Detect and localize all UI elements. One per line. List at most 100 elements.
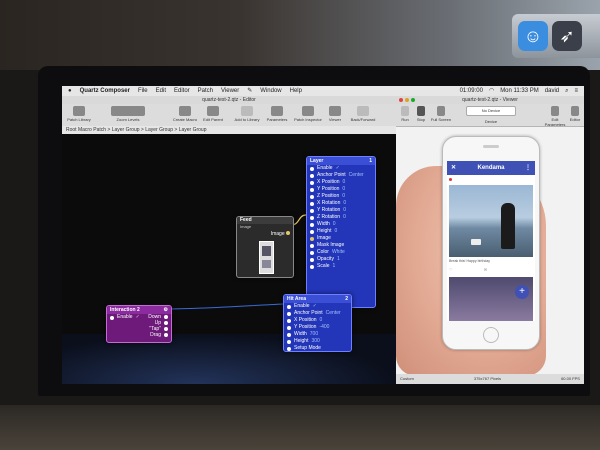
editor-button[interactable]: Editor <box>568 106 582 122</box>
script-menu-icon[interactable]: ✎ <box>247 86 252 96</box>
output-drag[interactable]: Drag <box>148 332 168 338</box>
viewer-title: quartz-test-2.qtz - Viewer <box>396 96 584 104</box>
thumbnail-photo <box>262 260 271 268</box>
patch-canvas[interactable]: Layer 1 Enable ✓ Anchor Point Center X Posi… <box>62 134 396 384</box>
port-scale[interactable]: Scale 1 <box>307 263 375 270</box>
menu-bar: ● Quartz Composer File Edit Editor Patch… <box>62 86 584 96</box>
close-icon[interactable]: ✕ <box>451 161 456 175</box>
layer-patch[interactable]: Layer 1 Enable ✓ Anchor Point Center X Posi… <box>306 156 376 308</box>
search-icon[interactable]: ⌕ <box>565 86 568 96</box>
device-select[interactable]: No Device Device <box>466 106 516 124</box>
patch-library-button[interactable]: Patch Library <box>66 106 92 122</box>
port-mask-image[interactable]: Mask Image <box>307 242 375 249</box>
edit-parameters-button[interactable]: Edit Parameters <box>542 106 568 127</box>
menu-help[interactable]: Help <box>290 86 302 96</box>
port-z-rotation[interactable]: Z Rotation 0 <box>307 214 375 221</box>
more-icon[interactable]: ⋮ <box>525 161 531 175</box>
interaction-patch[interactable]: Interaction 2 ⚙ Enable ✓ Down Up "Tap" Dra… <box>106 305 172 343</box>
user-name[interactable]: david <box>545 86 559 96</box>
menu-list-icon[interactable]: ≡ <box>574 86 578 96</box>
port-enable[interactable]: Enable ✓ <box>284 303 351 310</box>
feed-patch[interactable]: Feed Image Image <box>236 216 294 278</box>
port-width[interactable]: Width 0 <box>307 221 375 228</box>
port-y-rotation[interactable]: Y Rotation 0 <box>307 207 375 214</box>
like-icon[interactable]: ♡ <box>449 267 453 272</box>
full-screen-button[interactable]: Full Screen <box>430 106 452 122</box>
parameters-button[interactable]: Parameters <box>264 106 290 122</box>
create-macro-button[interactable]: Create Macro <box>172 106 198 122</box>
minimize-icon[interactable] <box>405 98 409 102</box>
thumbnail-photo <box>262 246 271 256</box>
port-opacity[interactable]: Opacity 1 <box>307 256 375 263</box>
home-button[interactable] <box>483 327 499 343</box>
port-x-rotation[interactable]: X Rotation 0 <box>307 200 375 207</box>
post-header <box>449 178 533 182</box>
port-image[interactable]: Image <box>307 235 375 242</box>
zoom-levels-control[interactable]: Zoom Levels <box>108 106 148 122</box>
back-forward-button[interactable]: Back/Forward <box>348 106 378 122</box>
settings-icon[interactable]: ⚙ <box>164 306 168 314</box>
patch-inspector-button[interactable]: Patch Inspector <box>292 106 324 122</box>
app-bar: ✕ Kendama ⋮ <box>447 161 535 175</box>
menu-patch[interactable]: Patch <box>198 86 213 96</box>
feed-photo[interactable] <box>449 185 533 257</box>
external-dock: ☺ ➶ <box>512 14 600 58</box>
editor-window: quartz-test-2.qtz - Editor Patch Library… <box>62 96 396 384</box>
port-x-position[interactable]: X Position 0 <box>284 317 351 324</box>
port-color[interactable]: Color White <box>307 249 375 256</box>
feed-patch-title: Feed <box>237 217 293 224</box>
menu-app[interactable]: Quartz Composer <box>80 86 130 96</box>
person-figure <box>501 203 515 249</box>
close-icon[interactable] <box>399 98 403 102</box>
launchpad-icon[interactable]: ➶ <box>552 21 582 51</box>
viewer-toolbar: Run Stop Full Screen No Device Device Edi… <box>396 104 584 127</box>
menu-window[interactable]: Window <box>260 86 281 96</box>
add-to-library-button[interactable]: Add to Library <box>232 106 262 122</box>
port-z-position[interactable]: Z Position 0 <box>307 193 375 200</box>
menu-edit[interactable]: Edit <box>156 86 166 96</box>
port-x-position[interactable]: X Position 0 <box>307 179 375 186</box>
port-enable[interactable]: Enable ✓ <box>307 165 375 172</box>
port-anchor-point[interactable]: Anchor Point Center <box>307 172 375 179</box>
pixel-size: 375x767 Pixels <box>473 376 501 381</box>
port-y-position[interactable]: Y Position 0 <box>307 186 375 193</box>
clock[interactable]: Mon 11:33 PM <box>500 86 539 96</box>
phone-screen[interactable]: ✕ Kendama ⋮ Break this! Happy birthday ♡… <box>447 161 535 321</box>
breadcrumb[interactable]: Root Macro Patch > Layer Group > Layer G… <box>62 126 396 134</box>
menu-file[interactable]: File <box>138 86 148 96</box>
port-height[interactable]: Height 0 <box>307 228 375 235</box>
menu-viewer[interactable]: Viewer <box>221 86 239 96</box>
comment-icon[interactable]: ✉ <box>484 267 487 272</box>
port-enable[interactable]: Enable ✓ <box>107 314 140 321</box>
interaction-patch-title: Interaction 2 <box>110 307 140 313</box>
feed-photo-next[interactable] <box>449 277 533 321</box>
viewer-button[interactable]: Viewer <box>326 106 344 122</box>
menu-editor[interactable]: Editor <box>174 86 190 96</box>
viewer-footer: Custom 375x767 Pixels 60.00 FPS <box>396 374 584 384</box>
hit-area-patch[interactable]: Hit Area 2 Enable ✓ Anchor Point Center X P… <box>283 294 352 352</box>
zoom-icon[interactable] <box>411 98 415 102</box>
size-mode[interactable]: Custom <box>400 374 414 384</box>
finder-icon[interactable]: ☺ <box>518 21 548 51</box>
apple-menu-icon[interactable]: ● <box>68 86 72 96</box>
port-setup-mode[interactable]: Setup Mode <box>284 345 351 352</box>
phone-mockup: ✕ Kendama ⋮ Break this! Happy birthday ♡… <box>442 136 540 350</box>
port-height[interactable]: Height 300 <box>284 338 351 345</box>
port-anchor-point[interactable]: Anchor Point Center <box>284 310 351 317</box>
run-button[interactable]: Run <box>398 106 412 122</box>
post-actions: ♡ ✉ <box>449 267 533 272</box>
viewer-window: quartz-test-2.qtz - Viewer Run Stop Full… <box>396 96 584 384</box>
port-width[interactable]: Width 700 <box>284 331 351 338</box>
app-title: Kendama <box>477 165 505 171</box>
post-caption: Break this! Happy birthday <box>449 259 491 263</box>
battery-time: 01:09:00 <box>459 88 483 94</box>
edit-parent-button[interactable]: Edit Parent <box>200 106 226 122</box>
feed-patch-subtitle: Image <box>240 224 252 229</box>
hit-area-badge: 2 <box>345 296 348 302</box>
stop-button[interactable]: Stop <box>414 106 428 122</box>
phone-speaker <box>483 145 499 148</box>
port-y-position[interactable]: Y Position -400 <box>284 324 351 331</box>
add-button[interactable]: + <box>515 285 529 299</box>
wifi-icon[interactable]: ◠ <box>489 86 494 96</box>
feed-output-image[interactable]: Image <box>271 231 290 237</box>
